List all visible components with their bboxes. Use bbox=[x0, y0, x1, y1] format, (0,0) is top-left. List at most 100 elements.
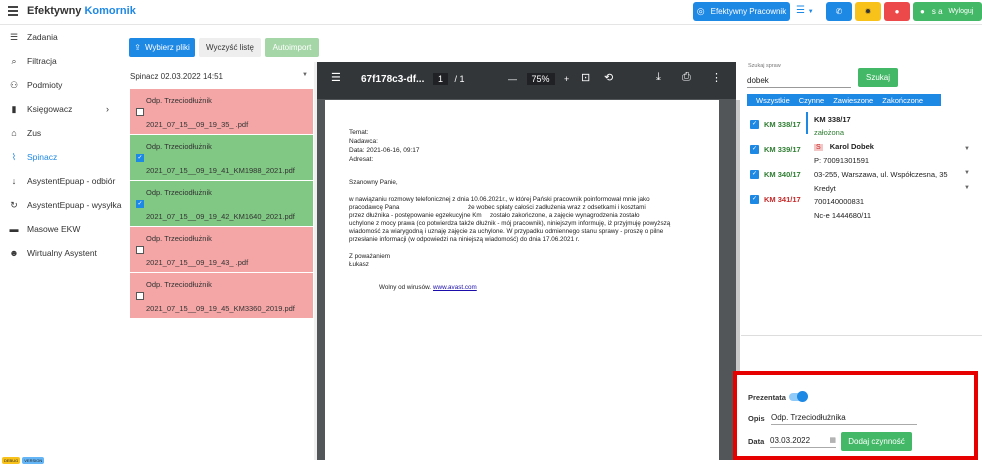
sidebar-item-zadania[interactable]: ☰ Zadania bbox=[0, 25, 127, 49]
chevron-down-icon: ▼ bbox=[302, 72, 308, 78]
list-menu-toggle[interactable]: ☰ ▼ bbox=[796, 5, 814, 16]
zoom-out-icon[interactable]: — bbox=[508, 74, 517, 84]
pdf-zoom-control: — 75% + bbox=[508, 73, 569, 85]
efektywny-pracownik-button[interactable]: ◎ Efektywny Pracownik bbox=[693, 2, 790, 21]
case-checkbox[interactable]: ✓ bbox=[750, 195, 759, 204]
rotate-icon[interactable]: ⟲ bbox=[604, 71, 613, 84]
phone-button[interactable]: ✆ bbox=[826, 2, 852, 21]
pdf-line: wiadomość za wiarygodną i uznaję zajęcie… bbox=[349, 228, 664, 235]
file-item-checkbox[interactable] bbox=[136, 246, 144, 254]
case-number: KM 339/17 bbox=[764, 145, 801, 154]
settings-button[interactable]: ✹ bbox=[855, 2, 881, 21]
file-item-checkbox[interactable]: ✓ bbox=[136, 200, 144, 208]
sidebar-item-wirtualny-asystent[interactable]: ☻ Wirtualny Asystent bbox=[0, 241, 127, 265]
menu-icon[interactable]: ☰ bbox=[331, 71, 341, 84]
pdf-line: zostało zakończone, a zajęcie wynagrodze… bbox=[490, 212, 640, 219]
pdf-line: Data: 2021-06-16, 09:17 bbox=[349, 147, 420, 154]
file-item-checkbox[interactable] bbox=[136, 292, 144, 300]
user-name: s a bbox=[931, 7, 943, 16]
tab-zakonczone[interactable]: Zakończone bbox=[873, 94, 923, 106]
pdf-line: pracodawcę Pana bbox=[349, 204, 400, 211]
sidebar-item-podmioty[interactable]: ⚇ Podmioty bbox=[0, 73, 127, 97]
sidebar-item-masowe-ekw[interactable]: ▬ Masowe EKW bbox=[0, 217, 127, 241]
file-item-name: 2021_07_15__09_19_42_KM1640_2021.pdf bbox=[146, 212, 295, 221]
claim-nc: Nc-e 1444680/11 bbox=[814, 211, 871, 220]
file-item[interactable]: Odp. Trzeciodłużnik 2021_07_15__09_19_45… bbox=[130, 273, 313, 319]
pdf-toolbar: ☰ 67f178c3-df... 1 / 1 — 75% + ⊡ ⟲ ⤓ ⎙ ⋮ bbox=[317, 62, 736, 99]
file-item-title: Odp. Trzeciodłużnik bbox=[146, 280, 212, 289]
file-item-checkbox[interactable]: ✓ bbox=[136, 154, 144, 162]
pdf-line: że wobec spłaty całości zadłużenia wraz … bbox=[468, 204, 646, 211]
print-icon[interactable]: ⎙ bbox=[682, 71, 691, 84]
user-logout-button[interactable]: ● s a Wyloguj bbox=[913, 2, 982, 21]
file-item[interactable]: Odp. Trzeciodłużnik ✓ 2021_07_15__09_19_… bbox=[130, 135, 313, 181]
sidebar-item-label: AsystentEpuap - wysyłka bbox=[27, 200, 122, 210]
app-title-main: Efektywny bbox=[27, 5, 82, 17]
case-item[interactable]: ✓ KM 341/17 bbox=[750, 187, 801, 212]
sidebar-item-asystentepuap-odbior[interactable]: ↓ AsystentEpuap - odbiór bbox=[0, 169, 127, 193]
chevron-down-icon: ▼ bbox=[807, 9, 814, 15]
more-vert-icon[interactable]: ⋮ bbox=[711, 71, 722, 84]
tab-wszystkie[interactable]: Wszystkie bbox=[747, 94, 790, 106]
pdf-line: uchylone z mocy prawa (co potwierdza tak… bbox=[349, 220, 671, 227]
choose-files-button[interactable]: ⇪ Wybierz pliki bbox=[129, 38, 195, 57]
chevron-down-icon[interactable]: ▼ bbox=[964, 185, 970, 191]
phone-icon: ✆ bbox=[835, 7, 843, 16]
clear-list-button[interactable]: Wyczyść listę bbox=[199, 38, 261, 57]
case-detail-debtor[interactable]: S Karol Dobek bbox=[814, 142, 874, 151]
case-item[interactable]: ✓ KM 338/17 bbox=[750, 112, 801, 137]
fit-page-icon[interactable]: ⊡ bbox=[581, 71, 590, 84]
date-value: 03.03.2022 bbox=[770, 436, 811, 445]
sidebar-item-filtracja[interactable]: ⌕ Filtracja bbox=[0, 49, 127, 73]
search-label: Szukaj spraw bbox=[748, 63, 781, 69]
case-checkbox[interactable]: ✓ bbox=[750, 170, 759, 179]
file-item-checkbox[interactable] bbox=[136, 108, 144, 116]
date-input[interactable]: 03.03.2022 ▦ bbox=[770, 436, 836, 448]
case-list: ✓ KM 338/17 ✓ KM 339/17 ✓ KM 340/17 ✓ KM… bbox=[750, 112, 801, 212]
avast-link[interactable]: www.avast.com bbox=[433, 284, 477, 291]
sidebar-item-label: Masowe EKW bbox=[27, 224, 81, 234]
file-item[interactable]: Odp. Trzeciodłużnik 2021_07_15__09_19_43… bbox=[130, 227, 313, 273]
pdf-line: przesłanie informacji (w odpowiedzi na n… bbox=[349, 236, 580, 243]
search-icon: ⌕ bbox=[11, 55, 17, 66]
chevron-down-icon[interactable]: ▼ bbox=[964, 146, 970, 152]
search-input[interactable]: dobek bbox=[747, 73, 851, 88]
case-item[interactable]: ✓ KM 339/17 bbox=[750, 137, 801, 162]
zoom-in-icon[interactable]: + bbox=[564, 74, 569, 84]
fire-button[interactable]: ● bbox=[884, 2, 910, 21]
sidebar-item-label: Podmioty bbox=[27, 80, 63, 90]
case-checkbox[interactable]: ✓ bbox=[750, 120, 759, 129]
users-icon: ⚇ bbox=[9, 79, 19, 90]
data-label: Data bbox=[748, 437, 765, 446]
sidebar-item-zus[interactable]: ⌂ Zus bbox=[0, 121, 127, 145]
chevron-down-icon[interactable]: ▼ bbox=[964, 170, 970, 176]
claim-account: 700140000831 bbox=[814, 197, 865, 206]
file-item[interactable]: Odp. Trzeciodłużnik 2021_07_15__09_19_35… bbox=[130, 89, 313, 135]
file-item-title: Odp. Trzeciodłużnik bbox=[146, 142, 212, 151]
refresh-icon: ↻ bbox=[10, 199, 18, 210]
pdf-page-input[interactable]: 1 bbox=[433, 73, 449, 85]
hamburger-icon[interactable] bbox=[8, 6, 18, 16]
paperclip-icon: ⌇ bbox=[11, 151, 17, 162]
pdf-zoom-input[interactable]: 75% bbox=[526, 73, 555, 85]
autoimport-button[interactable]: Autoimport bbox=[265, 38, 319, 57]
download-icon[interactable]: ⤓ bbox=[656, 71, 661, 84]
clear-list-label: Wyczyść listę bbox=[206, 43, 254, 52]
tab-czynne[interactable]: Czynne bbox=[790, 94, 824, 106]
spinacz-select[interactable]: Spinacz 02.03.2022 14:51 ▼ bbox=[130, 72, 310, 86]
prezentata-toggle[interactable] bbox=[789, 391, 808, 402]
search-button[interactable]: Szukaj bbox=[858, 68, 898, 87]
sidebar-item-ksiegowacz[interactable]: ▮ Księgowacz › bbox=[0, 97, 127, 121]
sidebar-item-spinacz[interactable]: ⌇ Spinacz bbox=[0, 145, 127, 169]
calendar-icon[interactable]: ▦ bbox=[829, 436, 836, 444]
toggle-knob bbox=[797, 391, 808, 402]
opis-input[interactable]: Odp. Trzeciodłużnika bbox=[771, 413, 917, 425]
debtor-name: Karol Dobek bbox=[829, 142, 874, 151]
add-activity-button[interactable]: Dodaj czynność bbox=[841, 432, 912, 451]
sidebar-item-asystentepuap-wysylka[interactable]: ↻ AsystentEpuap - wysyłka bbox=[0, 193, 127, 217]
case-item[interactable]: ✓ KM 340/17 bbox=[750, 162, 801, 187]
case-checkbox[interactable]: ✓ bbox=[750, 145, 759, 154]
file-item[interactable]: Odp. Trzeciodłużnik ✓ 2021_07_15__09_19_… bbox=[130, 181, 313, 227]
sidebar: ☰ Zadania ⌕ Filtracja ⚇ Podmioty ▮ Księg… bbox=[0, 25, 127, 463]
tab-zawieszone[interactable]: Zawieszone bbox=[824, 94, 873, 106]
